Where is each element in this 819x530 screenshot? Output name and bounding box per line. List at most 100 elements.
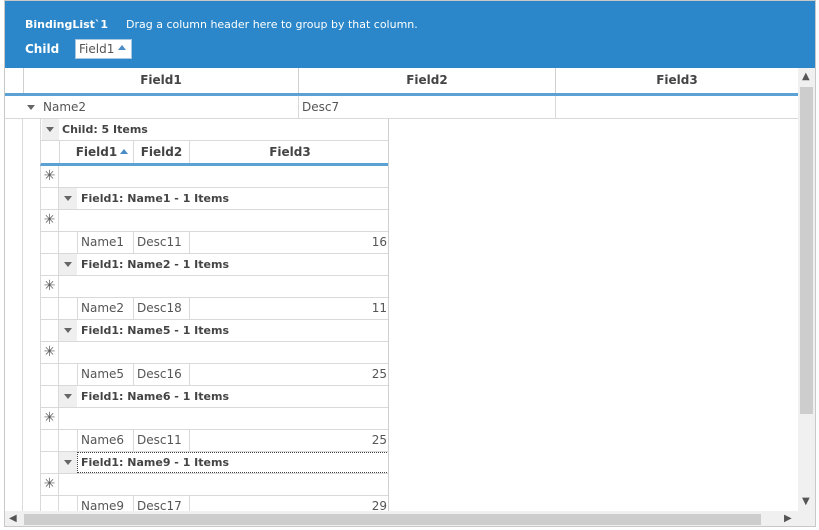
cell-field3[interactable]: 29 <box>189 496 388 511</box>
group-row-focused[interactable]: Field1: Name9 - 1 Items <box>40 452 388 474</box>
row-indicator <box>41 386 59 407</box>
group-expander[interactable] <box>59 254 77 275</box>
vertical-scroll-thumb[interactable] <box>800 87 813 414</box>
new-row[interactable]: ✳ <box>40 408 388 430</box>
scroll-up-icon[interactable]: ▲ <box>802 72 810 82</box>
collapse-group-icon[interactable] <box>64 328 72 333</box>
vertical-scrollbar[interactable]: ▲ ▼ <box>798 68 815 511</box>
child-header-field3[interactable]: Field3 <box>189 141 388 163</box>
group-header: Field1: Name9 - 1 Items <box>81 456 230 469</box>
new-row[interactable]: ✳ <box>40 276 388 298</box>
new-row-icon: ✳ <box>41 166 59 187</box>
collapse-row-icon[interactable] <box>27 105 35 110</box>
row-indicator <box>41 496 59 511</box>
group-expander[interactable] <box>59 188 77 209</box>
group-expander[interactable] <box>59 386 77 407</box>
new-row[interactable]: ✳ <box>40 210 388 232</box>
collapse-group-icon[interactable] <box>64 394 72 399</box>
cell-field2[interactable]: Desc11 <box>133 430 189 451</box>
master-header-field2[interactable]: Field2 <box>298 68 555 93</box>
master-header-field3[interactable]: Field3 <box>555 68 798 93</box>
cell-field3[interactable]: 11 <box>189 298 388 319</box>
scrollbar-corner <box>798 511 815 526</box>
new-row-icon: ✳ <box>41 342 59 363</box>
data-row[interactable]: Name9 Desc17 29 <box>40 496 388 511</box>
cell-field3[interactable]: 16 <box>189 232 388 253</box>
group-hint-text: Drag a column header here to group by th… <box>126 18 418 31</box>
new-row[interactable]: ✳ <box>40 166 388 188</box>
group-chip-field1[interactable]: Field1 <box>75 39 132 59</box>
cell-field2[interactable]: Desc17 <box>133 496 189 511</box>
new-row-icon: ✳ <box>41 210 59 231</box>
new-row[interactable]: ✳ <box>40 474 388 496</box>
cell-field1[interactable]: Name9 <box>77 496 133 511</box>
data-row[interactable]: Name6 Desc11 25 <box>40 430 388 452</box>
group-row[interactable]: Field1: Name6 - 1 Items <box>40 386 388 408</box>
group-row[interactable]: Field1: Name2 - 1 Items <box>40 254 388 276</box>
cell-field3[interactable]: 25 <box>189 430 388 451</box>
data-row[interactable]: Name5 Desc16 25 <box>40 364 388 386</box>
child-caption: Child: 5 Items <box>62 123 148 136</box>
data-row[interactable]: Name2 Desc18 11 <box>40 298 388 320</box>
new-row-icon: ✳ <box>41 408 59 429</box>
sort-ascending-icon <box>118 45 126 50</box>
group-expander[interactable] <box>59 452 77 473</box>
group-header: Field1: Name2 - 1 Items <box>81 258 230 271</box>
row-indicator <box>41 364 59 385</box>
cell-field3[interactable]: 25 <box>189 364 388 385</box>
master-header-field1[interactable]: Field1 <box>23 68 298 93</box>
cell-field2[interactable]: Desc11 <box>133 232 189 253</box>
master-cell-field3[interactable] <box>555 96 798 118</box>
collapse-group-icon[interactable] <box>64 196 72 201</box>
scroll-right-icon[interactable]: ▶ <box>784 514 792 524</box>
row-indicator <box>41 430 59 451</box>
scroll-down-icon[interactable]: ▼ <box>802 497 810 507</box>
new-row-icon: ✳ <box>41 474 59 495</box>
horizontal-scrollbar[interactable]: ◀ ▶ <box>5 511 798 526</box>
child-header-field2[interactable]: Field2 <box>133 141 189 163</box>
child-grid[interactable]: Child: 5 Items Field1 Field2 Field3 ✳ Fi… <box>40 119 389 511</box>
group-expander[interactable] <box>59 320 77 341</box>
cell-field1[interactable]: Name6 <box>77 430 133 451</box>
master-cell-field2[interactable]: Desc7 <box>298 96 555 118</box>
master-row[interactable]: Name2 Desc7 <box>5 96 798 119</box>
new-row[interactable]: ✳ <box>40 342 388 364</box>
group-header: Field1: Name5 - 1 Items <box>81 324 230 337</box>
collapse-group-icon[interactable] <box>64 460 72 465</box>
group-row[interactable]: Field1: Name5 - 1 Items <box>40 320 388 342</box>
grid-view[interactable]: BindingList`1 Drag a column header here … <box>4 0 816 527</box>
row-indicator <box>41 232 59 253</box>
group-row[interactable]: Field1: Name1 - 1 Items <box>40 188 388 210</box>
master-cell-field1[interactable]: Name2 <box>40 96 298 118</box>
cell-field1[interactable]: Name5 <box>77 364 133 385</box>
collapse-group-icon[interactable] <box>64 262 72 267</box>
row-indicator <box>41 320 59 341</box>
child-header-row: Field1 Field2 Field3 <box>40 141 388 166</box>
cell-field1[interactable]: Name1 <box>77 232 133 253</box>
child-caption-row[interactable]: Child: 5 Items <box>40 119 388 141</box>
cell-field2[interactable]: Desc18 <box>133 298 189 319</box>
child-template-label: Child <box>25 42 60 56</box>
child-header-field1[interactable]: Field1 <box>59 141 133 163</box>
group-panel[interactable]: BindingList`1 Drag a column header here … <box>5 1 815 68</box>
row-indicator <box>41 188 59 209</box>
horizontal-scroll-thumb[interactable] <box>24 514 761 525</box>
row-indicator <box>41 254 59 275</box>
group-header: Field1: Name1 - 1 Items <box>81 192 230 205</box>
template-title: BindingList`1 <box>25 18 109 31</box>
child-header-field1-label: Field1 <box>75 145 118 159</box>
header-indent <box>5 68 23 93</box>
indent-line <box>22 119 23 511</box>
group-chip-label: Field1 <box>79 42 115 56</box>
group-header: Field1: Name6 - 1 Items <box>81 390 230 403</box>
scroll-left-icon[interactable]: ◀ <box>9 514 17 524</box>
row-indicator <box>41 452 59 473</box>
cell-field1[interactable]: Name2 <box>77 298 133 319</box>
master-header-row: Field1 Field2 Field3 <box>5 68 798 96</box>
cell-field2[interactable]: Desc16 <box>133 364 189 385</box>
new-row-icon: ✳ <box>41 276 59 297</box>
collapse-child-icon[interactable] <box>46 127 54 132</box>
data-row[interactable]: Name1 Desc11 16 <box>40 232 388 254</box>
sort-ascending-icon <box>120 149 128 154</box>
child-expander-cell[interactable] <box>42 119 59 140</box>
